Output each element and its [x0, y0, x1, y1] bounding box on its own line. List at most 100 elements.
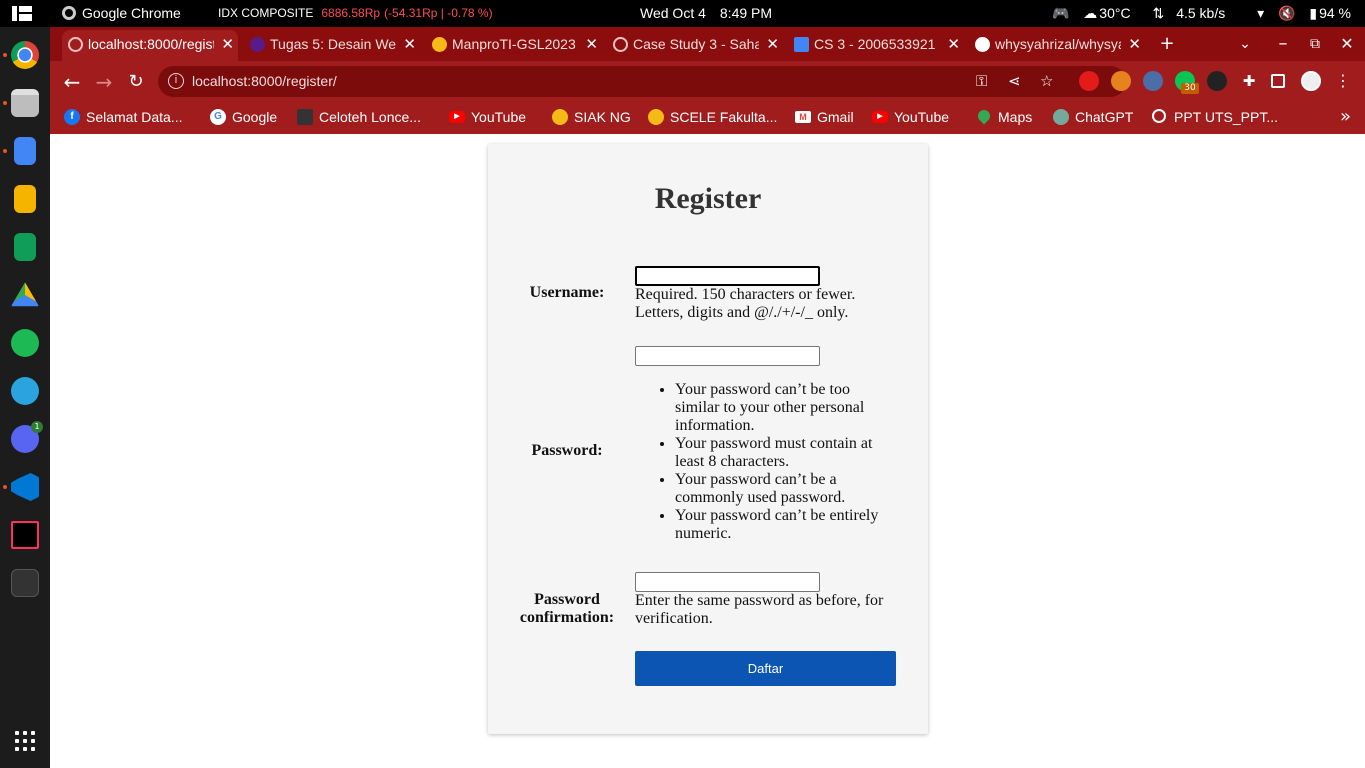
- spotify-dock-icon[interactable]: [11, 329, 39, 357]
- bookmark-label: PPT UTS_PPT...: [1174, 109, 1278, 125]
- google-docs-dock-icon[interactable]: [14, 137, 36, 165]
- stock-value: 6886.58Rp: [321, 6, 381, 20]
- google-sheets-dock-icon[interactable]: [14, 233, 36, 261]
- password-confirmation-label: Password confirmation:: [488, 591, 646, 627]
- tab-localhost-register[interactable]: localhost:8000/register/ ✕: [62, 30, 238, 61]
- google-icon: G: [210, 109, 226, 125]
- bookmark-star-icon[interactable]: ☆: [1040, 66, 1053, 97]
- app-grid-icon[interactable]: [15, 731, 35, 751]
- close-tab-icon[interactable]: ✕: [943, 30, 960, 59]
- reload-button[interactable]: ↻: [122, 68, 150, 96]
- confirm-label-line-2: confirmation:: [519, 609, 615, 626]
- profile-avatar[interactable]: [1301, 71, 1321, 91]
- system-tray[interactable]: 🎮 ☁ 30°C ⇅ 4.5 kb/s ▾ 🔇 ▮ 94 %: [1042, 0, 1351, 27]
- confirm-help: Enter the same password as before, for v…: [635, 592, 884, 627]
- bookmark-ppt-uts[interactable]: PPT UTS_PPT...: [1148, 103, 1278, 131]
- ui-logo-icon: [552, 109, 568, 125]
- bookmark-siak-ng[interactable]: SIAK NG: [548, 103, 631, 131]
- cursor-extension-icon[interactable]: [1143, 71, 1163, 91]
- date: Wed Oct 4: [640, 5, 706, 21]
- files-dock-icon[interactable]: [11, 89, 39, 117]
- username-input[interactable]: [635, 266, 820, 286]
- bookmark-scele[interactable]: SCELE Fakulta...: [644, 103, 777, 131]
- bookmark-celoteh[interactable]: Celoteh Lonce...: [293, 103, 421, 131]
- tab-label: CS 3 - 2006533921: [814, 36, 936, 52]
- url-text[interactable]: localhost:8000/register/: [192, 66, 337, 97]
- docs-icon: [794, 37, 809, 52]
- tab-manproti[interactable]: ManproTI-GSL2023 ✕: [426, 30, 602, 61]
- active-app-menu[interactable]: Google Chrome: [62, 0, 181, 27]
- tab-cs3-doc[interactable]: CS 3 - 2006533921 ✕: [788, 30, 964, 61]
- page-viewport: Register Username: Required. 150 charact…: [50, 134, 1365, 768]
- terminal-dock-icon[interactable]: [11, 569, 39, 597]
- chrome-dock-icon[interactable]: [11, 41, 39, 69]
- ui-logo-icon: [648, 109, 664, 125]
- clock[interactable]: Wed Oct 4 8:49 PM: [640, 0, 772, 27]
- password-label: Password:: [531, 442, 603, 459]
- share-icon[interactable]: ⋖: [1008, 66, 1021, 97]
- adblock-extension-icon[interactable]: [1079, 71, 1099, 91]
- daftar-button[interactable]: Daftar: [635, 651, 896, 686]
- close-tab-icon[interactable]: ✕: [581, 30, 598, 59]
- tab-case-study-3[interactable]: Case Study 3 - Saham ✕: [607, 30, 783, 61]
- google-slides-dock-icon[interactable]: [14, 185, 36, 213]
- site-info-icon[interactable]: i: [168, 73, 184, 89]
- bookmark-youtube[interactable]: ▶ YouTube: [445, 103, 526, 131]
- close-window-button[interactable]: ✕: [1333, 30, 1361, 58]
- dock: 1: [0, 27, 50, 768]
- os-top-bar: Google Chrome IDX COMPOSITE 6886.58Rp (-54…: [0, 0, 1365, 27]
- bookmark-gmail[interactable]: M Gmail: [791, 103, 854, 131]
- bookmark-youtube-2[interactable]: ▶ YouTube: [868, 103, 949, 131]
- bookmark-label: Maps: [998, 109, 1033, 125]
- time: 8:49 PM: [719, 5, 773, 21]
- chrome-menu-icon[interactable]: ⋮: [1333, 71, 1353, 91]
- side-panel-icon[interactable]: [1271, 74, 1285, 88]
- tab-search-button[interactable]: ⌄: [1231, 30, 1259, 58]
- tab-tugas-5[interactable]: Tugas 5: Desain Web ✕: [244, 30, 420, 61]
- password-confirmation-input[interactable]: [635, 572, 820, 592]
- bookmark-label: Celoteh Lonce...: [319, 109, 421, 125]
- temperature: 30°C: [1099, 5, 1131, 21]
- weather-icon: ☁: [1083, 5, 1098, 21]
- password-input[interactable]: [635, 346, 820, 366]
- close-tab-icon[interactable]: ✕: [399, 30, 416, 59]
- github-extension-icon[interactable]: [1207, 71, 1227, 91]
- address-bar[interactable]: i localhost:8000/register/ ⚿ ⋖ ☆: [158, 66, 1126, 97]
- telegram-dock-icon[interactable]: [11, 377, 39, 405]
- tab-github[interactable]: whysyahrizal/whysyahrizal ✕: [969, 30, 1145, 61]
- stock-ticker[interactable]: IDX COMPOSITE 6886.58Rp (-54.31Rp | -0.78 …: [218, 0, 493, 27]
- close-tab-icon[interactable]: ✕: [762, 30, 779, 59]
- google-drive-dock-icon[interactable]: [11, 282, 39, 307]
- chrome-icon: [62, 6, 76, 20]
- close-tab-icon[interactable]: ✕: [217, 30, 234, 59]
- tab-label: Case Study 3 - Saham: [633, 36, 759, 52]
- close-tab-icon[interactable]: ✕: [1124, 30, 1141, 59]
- bookmark-selamat-data[interactable]: f Selamat Data...: [60, 103, 183, 131]
- new-tab-button[interactable]: +: [1153, 30, 1181, 58]
- tab-label: Tugas 5: Desain Web: [270, 36, 396, 52]
- activities-button[interactable]: [6, 0, 42, 27]
- battery-level: 94 %: [1319, 5, 1351, 21]
- facebook-icon: f: [64, 109, 80, 125]
- vscode-dock-icon[interactable]: [11, 473, 39, 501]
- page-title: Register: [654, 182, 762, 215]
- key-icon[interactable]: ⚿: [976, 66, 987, 97]
- extension-badge: 30: [1181, 83, 1199, 94]
- bookmark-label: ChatGPT: [1075, 109, 1134, 125]
- more-bookmarks-icon[interactable]: »: [1340, 103, 1351, 131]
- battery-icon: ▮: [1309, 5, 1318, 21]
- bookmarks-bar: f Selamat Data... G Google Celoteh Lonce..…: [50, 103, 1365, 134]
- minimize-button[interactable]: –: [1269, 30, 1297, 58]
- extensions-puzzle-icon[interactable]: ✚: [1239, 71, 1259, 91]
- chatgpt-icon: [1053, 109, 1069, 125]
- metamask-extension-icon[interactable]: [1111, 71, 1131, 91]
- stock-label: IDX COMPOSITE: [218, 6, 314, 20]
- bookmark-chatgpt[interactable]: ChatGPT: [1049, 103, 1133, 131]
- intellij-dock-icon[interactable]: [11, 521, 39, 549]
- back-button[interactable]: ←: [58, 68, 86, 96]
- forward-button[interactable]: →: [90, 68, 118, 96]
- restore-button[interactable]: ⧉: [1301, 30, 1329, 58]
- bookmark-google[interactable]: G Google: [206, 103, 277, 131]
- bookmark-maps[interactable]: Maps: [972, 103, 1032, 131]
- stock-change: (-54.31Rp | -0.78 %): [384, 6, 493, 20]
